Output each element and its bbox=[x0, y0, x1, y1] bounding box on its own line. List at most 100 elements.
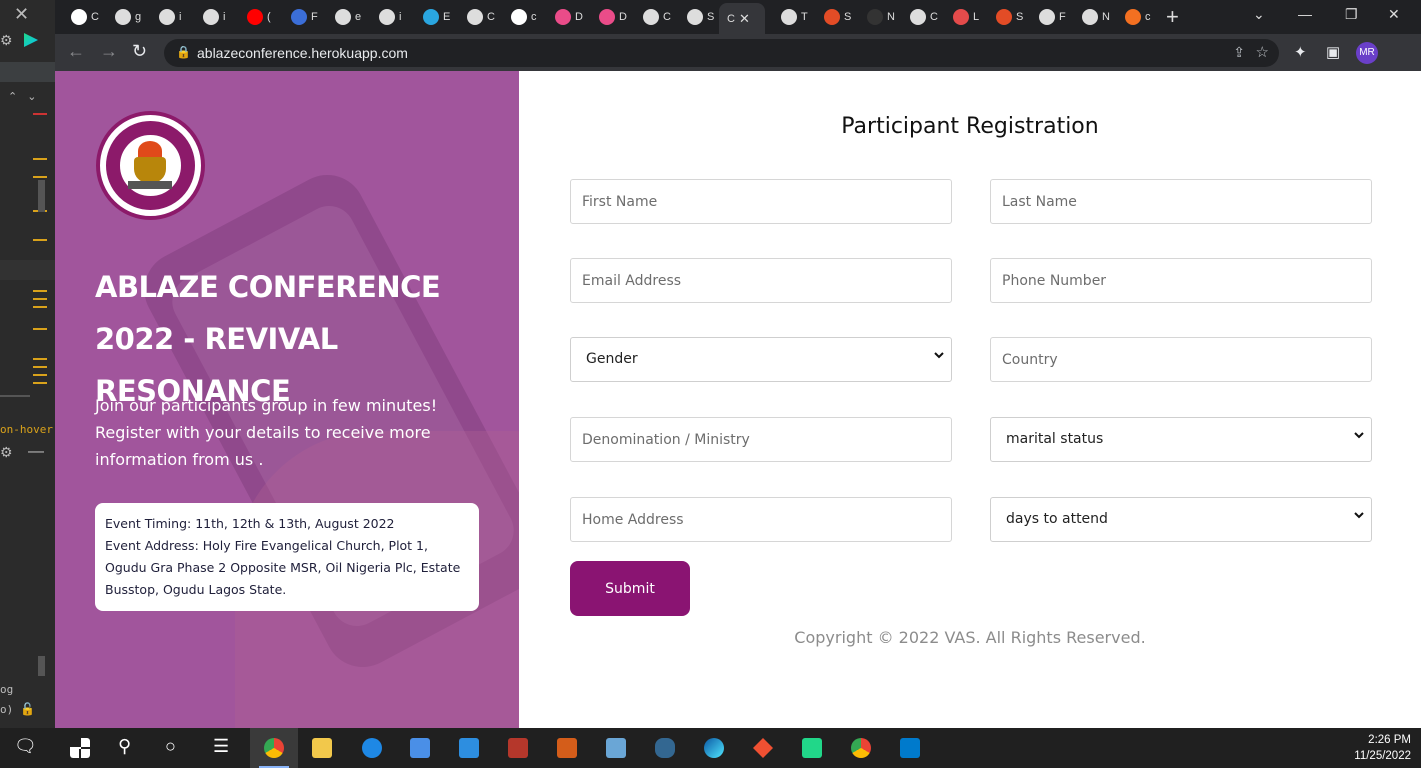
pycharm-icon[interactable] bbox=[802, 738, 822, 758]
chrome-taskbar-active[interactable] bbox=[250, 728, 298, 768]
file-explorer-icon[interactable] bbox=[312, 738, 332, 758]
email-input[interactable] bbox=[571, 259, 951, 302]
browser-tab[interactable]: i bbox=[195, 6, 235, 28]
vscode-icon[interactable] bbox=[900, 738, 920, 758]
browser-tab[interactable]: C bbox=[459, 6, 499, 28]
browser-tab[interactable]: i bbox=[371, 6, 411, 28]
marital-status-select[interactable]: marital status bbox=[990, 417, 1372, 462]
store-icon[interactable] bbox=[410, 738, 430, 758]
country-field[interactable] bbox=[990, 337, 1372, 382]
denomination-field[interactable] bbox=[570, 417, 952, 462]
lock-icon[interactable]: 🔒 bbox=[176, 45, 191, 59]
tab-close-icon[interactable]: ✕ bbox=[739, 11, 750, 27]
terminal-app-icon[interactable] bbox=[557, 738, 577, 758]
browser-tab[interactable]: C bbox=[635, 6, 675, 28]
winrar-icon[interactable] bbox=[508, 738, 528, 758]
edge-legacy-icon[interactable] bbox=[362, 738, 382, 758]
browser-tab[interactable]: D bbox=[547, 6, 587, 28]
first-name-field[interactable] bbox=[570, 179, 952, 224]
share-icon[interactable]: ⇪ bbox=[1233, 44, 1245, 61]
submit-button[interactable]: Submit bbox=[570, 561, 690, 616]
browser-tab[interactable]: F bbox=[283, 6, 323, 28]
new-tab-icon[interactable]: + bbox=[1166, 4, 1179, 30]
panel-scrollbar[interactable] bbox=[38, 656, 45, 676]
cortana-icon[interactable]: ○ bbox=[165, 736, 176, 757]
tab-label: E bbox=[443, 11, 451, 23]
youtube-icon bbox=[247, 9, 263, 25]
browser-tab[interactable]: c bbox=[1117, 6, 1157, 28]
browser-tab[interactable]: S bbox=[679, 6, 719, 28]
postgres-icon[interactable] bbox=[655, 738, 675, 758]
phone-input[interactable] bbox=[991, 259, 1371, 302]
address-bar[interactable]: 🔒 ablazeconference.herokuapp.com ⇪ ☆ bbox=[164, 39, 1279, 67]
extensions-puzzle-icon[interactable]: ✦ bbox=[1294, 43, 1307, 61]
browser-tab[interactable]: C bbox=[63, 6, 103, 28]
chrome-icon[interactable] bbox=[851, 738, 871, 758]
first-name-input[interactable] bbox=[571, 180, 951, 223]
tab-label: F bbox=[1059, 11, 1066, 23]
windows-start-icon[interactable] bbox=[70, 738, 90, 758]
browser-tab[interactable]: F bbox=[1031, 6, 1071, 28]
last-name-field[interactable] bbox=[990, 179, 1372, 224]
email-field[interactable] bbox=[570, 258, 952, 303]
bookmark-star-icon[interactable]: ☆ bbox=[1256, 43, 1269, 61]
tab-label: D bbox=[619, 11, 627, 23]
edge-icon[interactable] bbox=[704, 738, 724, 758]
close-icon[interactable]: ✕ bbox=[1388, 6, 1400, 23]
task-view-icon[interactable]: ☰ bbox=[213, 736, 229, 757]
mail-icon[interactable] bbox=[459, 738, 479, 758]
forward-arrow-icon[interactable]: → bbox=[100, 41, 118, 62]
browser-tab[interactable]: ( bbox=[239, 6, 279, 28]
side-panel-icon[interactable]: ▣ bbox=[1326, 43, 1340, 61]
last-name-input[interactable] bbox=[991, 180, 1371, 223]
menu-kebab-icon[interactable]: ⋮ bbox=[1417, 41, 1421, 61]
home-address-input[interactable] bbox=[571, 498, 951, 541]
minimize-icon[interactable]: — bbox=[1298, 6, 1312, 22]
collapse-arrows-icon[interactable]: ⌃⌄ bbox=[8, 90, 46, 103]
clock-date: 11/25/2022 bbox=[1354, 750, 1411, 762]
close-icon[interactable]: ✕ bbox=[14, 4, 29, 25]
browser-tab[interactable]: c bbox=[503, 6, 543, 28]
chrome-icon[interactable] bbox=[264, 738, 284, 758]
notifications-icon[interactable]: 🗨 bbox=[14, 736, 37, 757]
browser-tab[interactable]: N bbox=[859, 6, 899, 28]
browser-tab[interactable]: e bbox=[327, 6, 367, 28]
lock-icon[interactable]: 🔓 bbox=[20, 702, 35, 716]
reload-icon[interactable]: ↻ bbox=[132, 41, 147, 62]
browser-tab[interactable]: S bbox=[988, 6, 1028, 28]
phone-field[interactable] bbox=[990, 258, 1372, 303]
gear-icon[interactable]: ⚙ bbox=[0, 32, 13, 49]
url-text[interactable]: ablazeconference.herokuapp.com bbox=[197, 45, 408, 61]
browser-tab[interactable]: S bbox=[816, 6, 856, 28]
days-to-attend-select[interactable]: days to attend bbox=[990, 497, 1372, 542]
web-page: ABLAZE CONFERENCE 2022 - REVIVAL RESONAN… bbox=[55, 71, 1421, 728]
chevron-down-icon[interactable]: ⌄ bbox=[1253, 6, 1265, 23]
browser-tab[interactable]: D bbox=[591, 6, 631, 28]
browser-tab[interactable]: i bbox=[151, 6, 191, 28]
browser-tab[interactable]: E bbox=[415, 6, 455, 28]
browser-tab-active[interactable]: C ✕ bbox=[719, 3, 765, 34]
gender-select[interactable]: Gender bbox=[570, 337, 952, 382]
browser-tab[interactable]: N bbox=[1074, 6, 1114, 28]
gear-icon[interactable]: ⚙ bbox=[0, 444, 13, 461]
tab-label: D bbox=[575, 11, 583, 23]
search-icon[interactable]: ⚲ bbox=[118, 736, 131, 757]
system-clock[interactable]: 2:26 PM 11/25/2022 bbox=[1354, 732, 1411, 764]
control-panel-icon[interactable] bbox=[606, 738, 626, 758]
panel-header bbox=[0, 62, 55, 82]
denomination-input[interactable] bbox=[571, 418, 951, 461]
browser-tab[interactable]: C bbox=[902, 6, 942, 28]
browser-tab[interactable]: T bbox=[773, 6, 813, 28]
profile-avatar[interactable]: MR bbox=[1356, 42, 1378, 64]
browser-tab[interactable]: g bbox=[107, 6, 147, 28]
editor-scrollbar[interactable] bbox=[38, 180, 45, 212]
run-icon[interactable] bbox=[24, 33, 38, 47]
home-address-field[interactable] bbox=[570, 497, 952, 542]
minimize-icon[interactable]: — bbox=[28, 443, 44, 461]
back-arrow-icon[interactable]: ← bbox=[67, 41, 85, 62]
browser-tab[interactable]: L bbox=[945, 6, 985, 28]
git-icon[interactable] bbox=[753, 738, 773, 758]
tab-label: i bbox=[223, 11, 226, 23]
restore-icon[interactable]: ❐ bbox=[1345, 6, 1358, 23]
country-input[interactable] bbox=[991, 338, 1371, 381]
